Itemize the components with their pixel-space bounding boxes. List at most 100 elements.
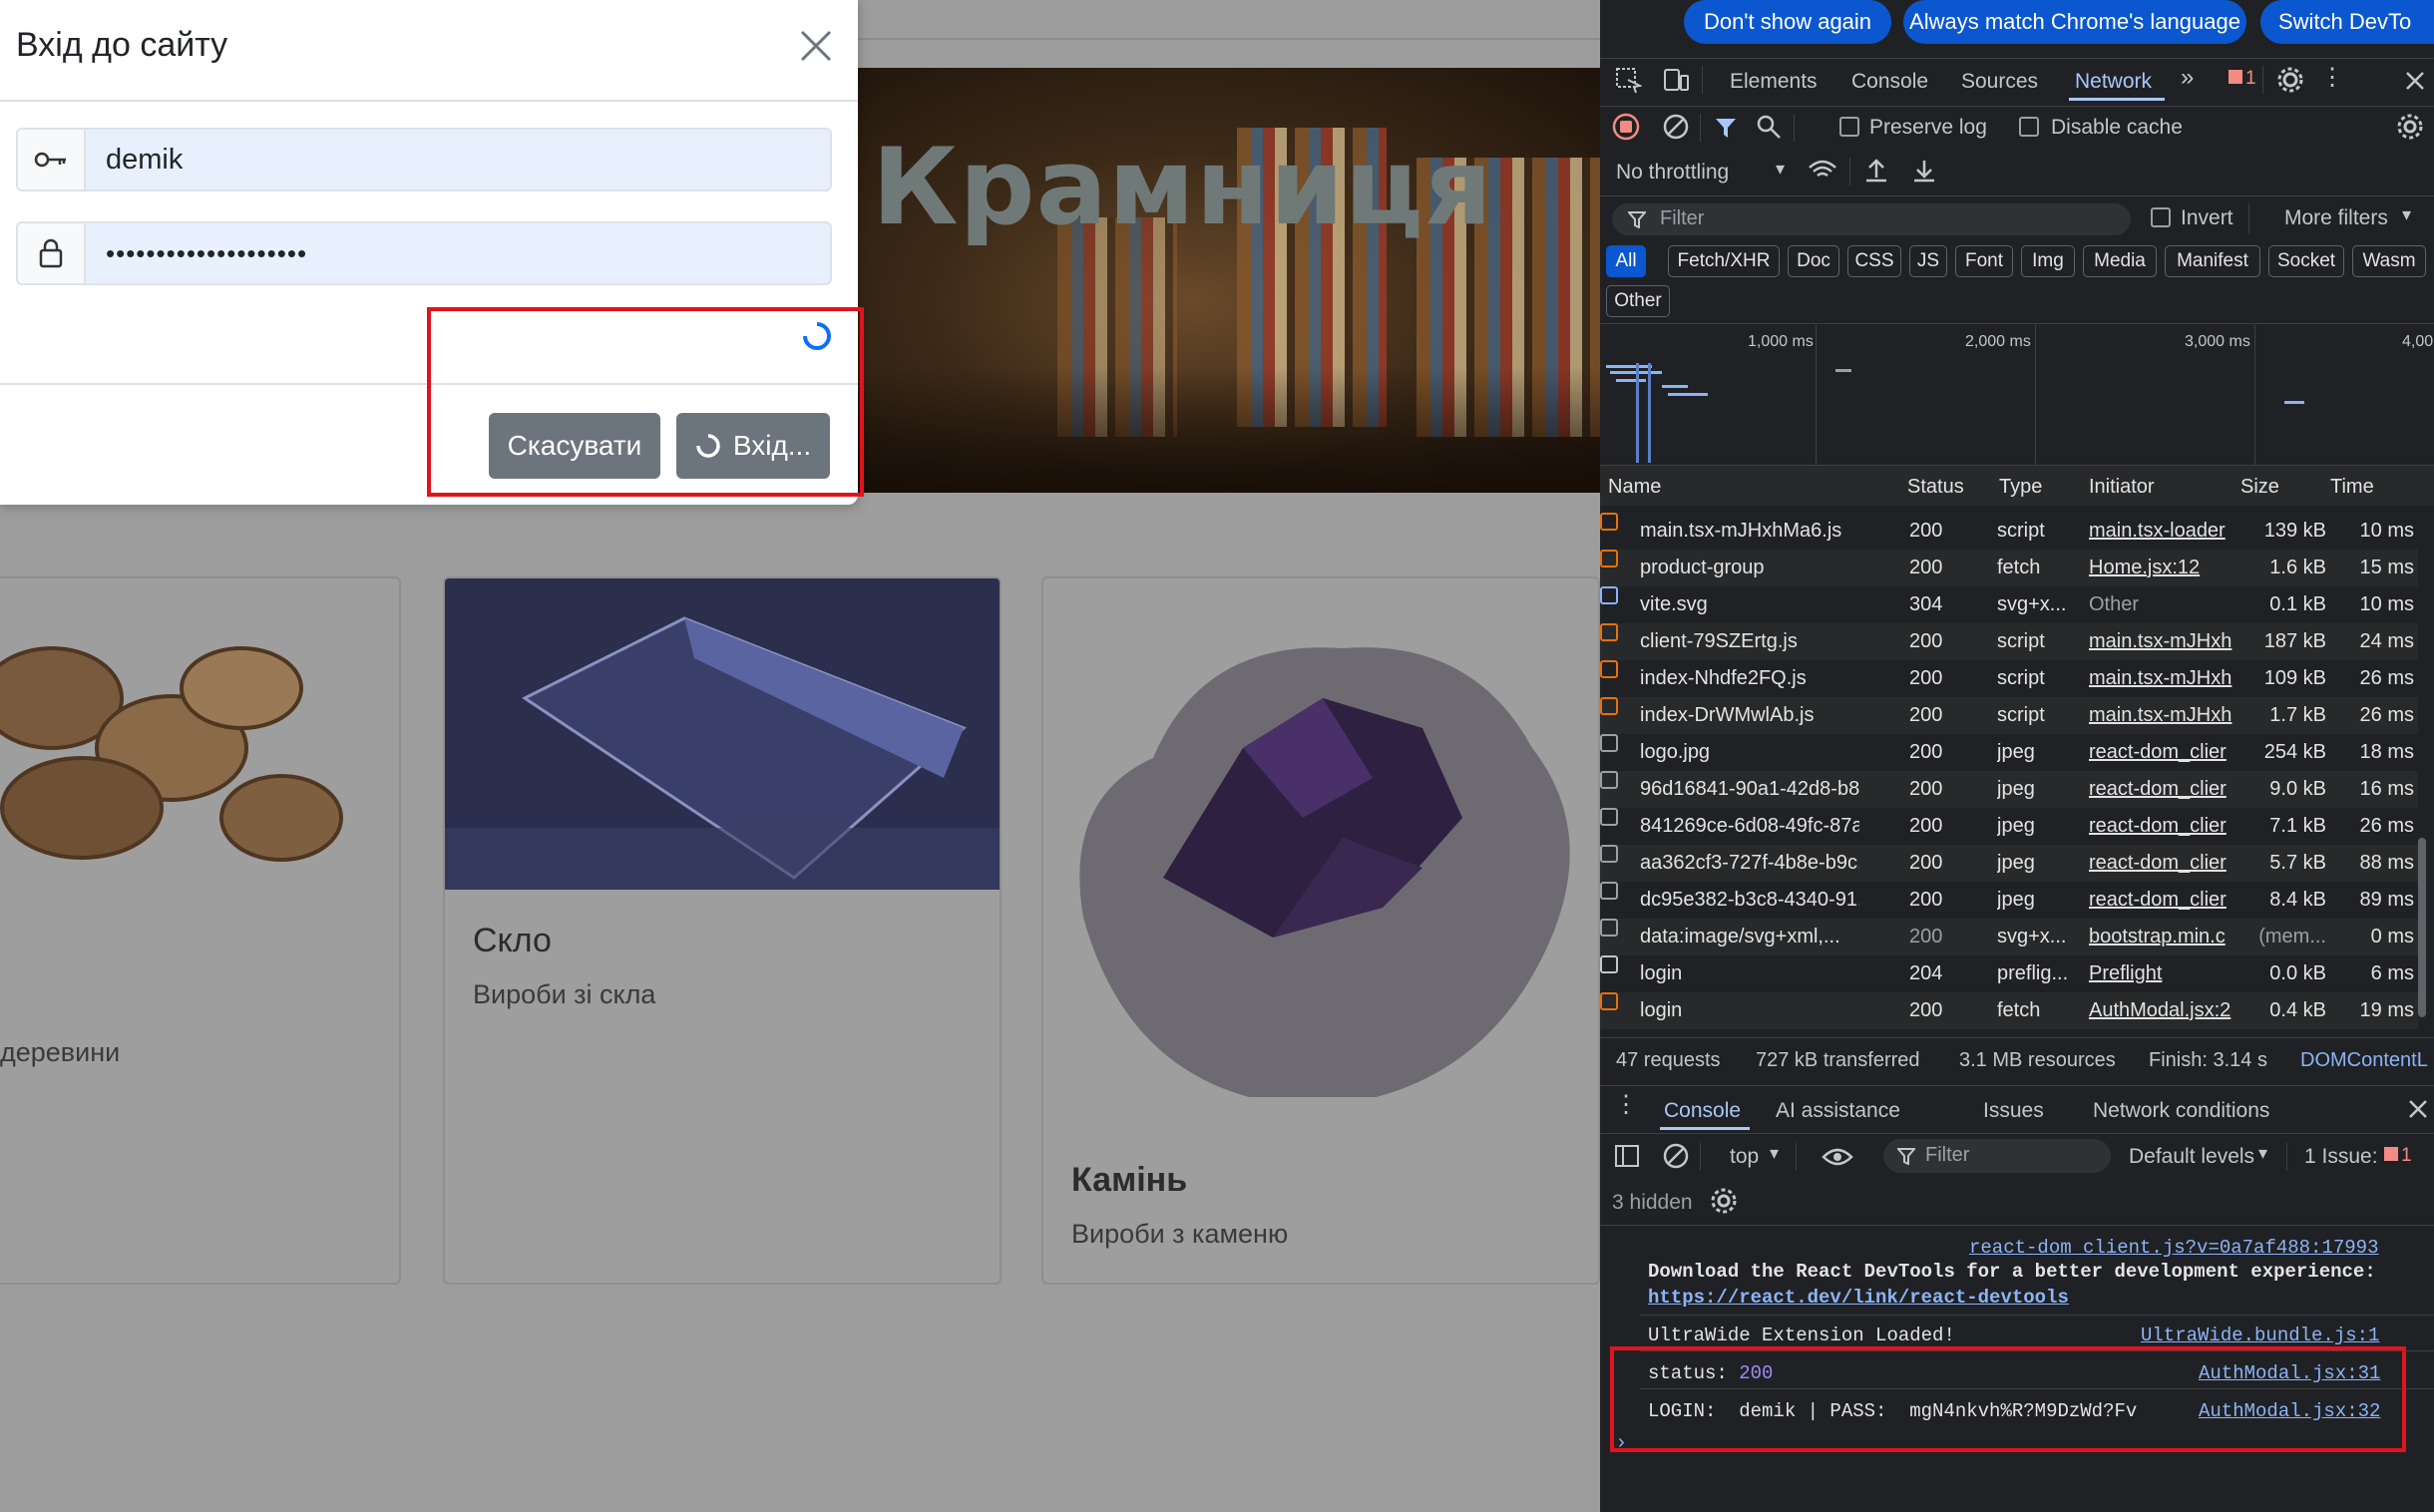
search-icon[interactable]	[1756, 114, 1782, 140]
tab-elements[interactable]: Elements	[1730, 70, 1818, 94]
scrollbar[interactable]	[2418, 838, 2426, 1017]
cell-initiator[interactable]: Other	[2089, 593, 2234, 616]
product-card-glass[interactable]: Скло Вироби зі скла	[443, 576, 1002, 1285]
col-time[interactable]: Time	[2330, 476, 2374, 499]
col-status[interactable]: Status	[1907, 476, 1964, 499]
sidebar-toggle-icon[interactable]	[1614, 1143, 1640, 1169]
drawer-menu-icon[interactable]: ⋮	[1614, 1093, 1638, 1117]
filter-socket[interactable]: Socket	[2268, 245, 2344, 277]
table-row[interactable]: index-Nhdfe2FQ.js 200 script main.tsx-mJHxh…	[1600, 660, 2418, 697]
kebab-menu-icon[interactable]: ⋮	[2320, 66, 2344, 90]
drawer-tab-issues[interactable]: Issues	[1983, 1099, 2044, 1123]
inspect-element-icon[interactable]	[1614, 66, 1642, 94]
console-filter-input[interactable]: Filter	[1883, 1139, 2111, 1173]
filter-fetch-xhr[interactable]: Fetch/XHR	[1668, 245, 1780, 277]
switch-devtools-button[interactable]: Switch DevTo	[2260, 0, 2434, 44]
eye-icon[interactable]	[1822, 1145, 1853, 1169]
cell-initiator[interactable]: main.tsx-mJHxh	[2089, 704, 2234, 727]
username-input[interactable]	[86, 130, 830, 189]
cell-initiator[interactable]: bootstrap.min.c	[2089, 926, 2234, 948]
filter-media[interactable]: Media	[2083, 245, 2157, 277]
table-row[interactable]: client-79SZErtg.js 200 script main.tsx-mJHx…	[1600, 623, 2418, 660]
dont-show-again-button[interactable]: Don't show again	[1684, 0, 1891, 44]
tab-sources[interactable]: Sources	[1961, 70, 2038, 94]
clear-icon[interactable]	[1662, 113, 1690, 141]
filter-css[interactable]: CSS	[1847, 245, 1901, 277]
issues-badge[interactable]: 1	[2229, 68, 2256, 90]
issues-count-label[interactable]: 1 Issue:	[2304, 1145, 2378, 1169]
console-source-link[interactable]: react-dom_client.js?v=0a7af488:17993	[1969, 1237, 2378, 1259]
stop-recording-icon[interactable]	[1612, 113, 1640, 141]
table-row[interactable]: 841269ce-6d08-49fc-87a... 200 jpeg react-do…	[1600, 808, 2418, 845]
timeline-overview[interactable]: 1,000 ms 2,000 ms 3,000 ms 4,00	[1600, 325, 2434, 465]
drawer-tab-network-conditions[interactable]: Network conditions	[2093, 1099, 2269, 1123]
product-card-stone[interactable]: Камінь Вироби з каменю	[1041, 576, 1600, 1285]
cell-initiator[interactable]: Home.jsx:12	[2089, 557, 2234, 579]
table-row[interactable]: product-group 200 fetch Home.jsx:12 1.6 kB 15…	[1600, 550, 2418, 586]
table-row[interactable]: main.tsx-mJHxhMa6.js 200 script main.tsx-lo…	[1600, 513, 2418, 550]
filter-font[interactable]: Font	[1955, 245, 2013, 277]
table-row[interactable]: vite.svg 304 svg+x... Other 0.1 kB 10 ms	[1600, 586, 2418, 623]
device-toolbar-icon[interactable]	[1662, 66, 1690, 94]
filter-all[interactable]: All	[1606, 245, 1646, 277]
col-type[interactable]: Type	[1999, 476, 2042, 499]
console-settings-icon[interactable]	[1710, 1187, 1738, 1215]
settings-icon[interactable]	[2276, 66, 2304, 94]
col-size[interactable]: Size	[2240, 476, 2279, 499]
filter-js[interactable]: JS	[1909, 245, 1947, 277]
cell-initiator[interactable]: AuthModal.jsx:2	[2089, 999, 2234, 1022]
network-conditions-icon[interactable]	[1808, 158, 1837, 184]
cell-initiator[interactable]: Preflight	[2089, 962, 2234, 985]
product-card-wood[interactable]: деревини	[0, 576, 401, 1285]
filter-input[interactable]: Filter	[1612, 203, 2131, 235]
cell-initiator[interactable]: main.tsx-mJHxh	[2089, 630, 2234, 653]
filter-other[interactable]: Other	[1606, 285, 1670, 317]
table-row[interactable]: 96d16841-90a1-42d8-b8... 200 jpeg react-dom…	[1600, 771, 2418, 808]
export-har-icon[interactable]	[1911, 158, 1937, 184]
drawer-tab-ai-assistance[interactable]: AI assistance	[1776, 1099, 1900, 1123]
cell-initiator[interactable]: react-dom_clier	[2089, 889, 2234, 912]
cell-initiator[interactable]: react-dom_clier	[2089, 852, 2234, 875]
console-source-link[interactable]: UltraWide.bundle.js:1	[2141, 1324, 2379, 1346]
log-levels-dropdown[interactable]: Default levels	[2129, 1145, 2254, 1169]
disable-cache-checkbox[interactable]	[2019, 117, 2039, 137]
close-button[interactable]	[794, 24, 838, 68]
filter-img[interactable]: Img	[2021, 245, 2075, 277]
col-initiator[interactable]: Initiator	[2089, 476, 2155, 499]
more-tabs-icon[interactable]: »	[2181, 66, 2194, 90]
cell-initiator[interactable]: main.tsx-loader	[2089, 520, 2234, 543]
drawer-tab-console[interactable]: Console	[1664, 1099, 1741, 1123]
close-devtools-icon[interactable]	[2404, 70, 2426, 92]
tab-network[interactable]: Network	[2075, 70, 2152, 94]
table-row[interactable]: logo.jpg 200 jpeg react-dom_clier 254 kB 18 m…	[1600, 734, 2418, 771]
context-selector[interactable]: top	[1730, 1145, 1759, 1169]
table-row[interactable]: aa362cf3-727f-4b8e-b9c... 200 jpeg react-do…	[1600, 845, 2418, 882]
invert-checkbox[interactable]	[2151, 207, 2171, 227]
password-input[interactable]	[86, 223, 830, 283]
filter-wasm[interactable]: Wasm	[2352, 245, 2426, 277]
close-drawer-icon[interactable]	[2408, 1099, 2428, 1119]
filter-icon[interactable]	[1714, 116, 1738, 140]
filter-manifest[interactable]: Manifest	[2165, 245, 2260, 277]
more-filters-dropdown[interactable]: More filters	[2284, 206, 2388, 230]
cell-initiator[interactable]: main.tsx-mJHxh	[2089, 667, 2234, 690]
issues-badge[interactable]: 1	[2384, 1145, 2412, 1167]
col-name[interactable]: Name	[1608, 476, 1661, 499]
table-row[interactable]: data:image/svg+xml,... 200 svg+x... bootstr…	[1600, 919, 2418, 955]
cell-initiator[interactable]: react-dom_clier	[2089, 741, 2234, 764]
table-row[interactable]: login 204 preflig... Preflight 0.0 kB 6 ms	[1600, 955, 2418, 992]
network-settings-icon[interactable]	[2396, 113, 2424, 141]
table-row[interactable]: login 200 fetch AuthModal.jsx:2 0.4 kB 19 ms	[1600, 992, 2418, 1029]
filter-doc[interactable]: Doc	[1788, 245, 1839, 277]
tab-console[interactable]: Console	[1851, 70, 1928, 94]
clear-console-icon[interactable]	[1662, 1142, 1690, 1170]
console-message-link[interactable]: https://react.dev/link/react-devtools	[1648, 1287, 2069, 1309]
table-row[interactable]: dc95e382-b3c8-4340-91... 200 jpeg react-dom…	[1600, 882, 2418, 919]
cell-initiator[interactable]: react-dom_clier	[2089, 778, 2234, 801]
throttling-select[interactable]: No throttling	[1616, 161, 1729, 185]
match-language-button[interactable]: Always match Chrome's language	[1903, 0, 2246, 44]
cell-initiator[interactable]: react-dom_clier	[2089, 815, 2234, 838]
table-row[interactable]: index-DrWMwlAb.js 200 script main.tsx-mJHxh…	[1600, 697, 2418, 734]
import-har-icon[interactable]	[1863, 158, 1889, 184]
preserve-log-checkbox[interactable]	[1839, 117, 1859, 137]
